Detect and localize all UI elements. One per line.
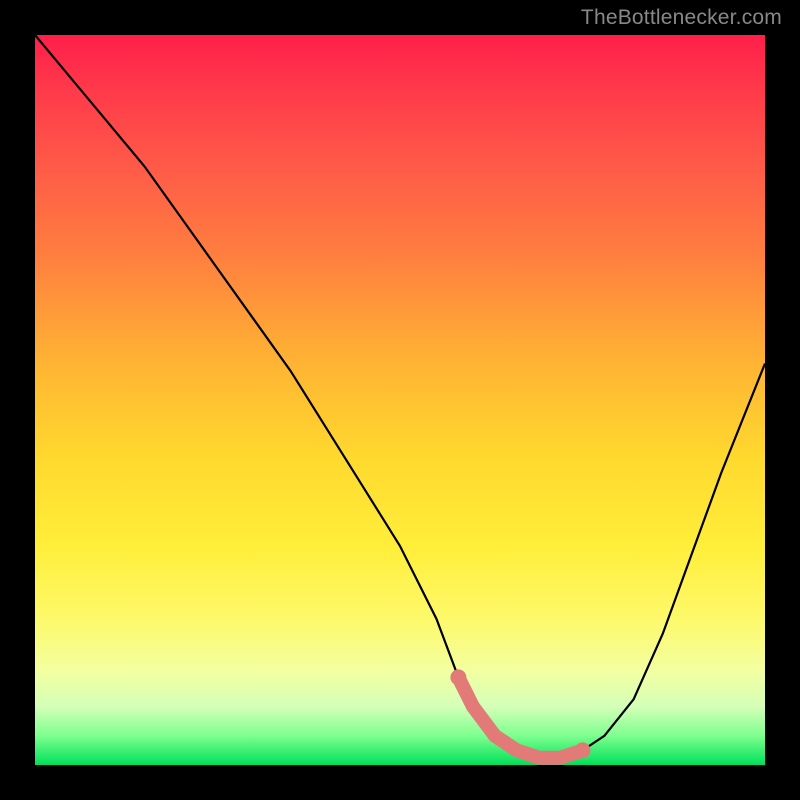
plot-area bbox=[35, 35, 765, 765]
highlight-start-dot bbox=[450, 669, 466, 685]
chart-frame: TheBottlenecker.com bbox=[0, 0, 800, 800]
watermark-text: TheBottlenecker.com bbox=[581, 6, 782, 30]
highlight-end-dot bbox=[575, 742, 591, 758]
chart-svg bbox=[35, 35, 765, 765]
bottleneck-curve-path bbox=[35, 35, 765, 758]
highlight-band-path bbox=[458, 677, 582, 757]
